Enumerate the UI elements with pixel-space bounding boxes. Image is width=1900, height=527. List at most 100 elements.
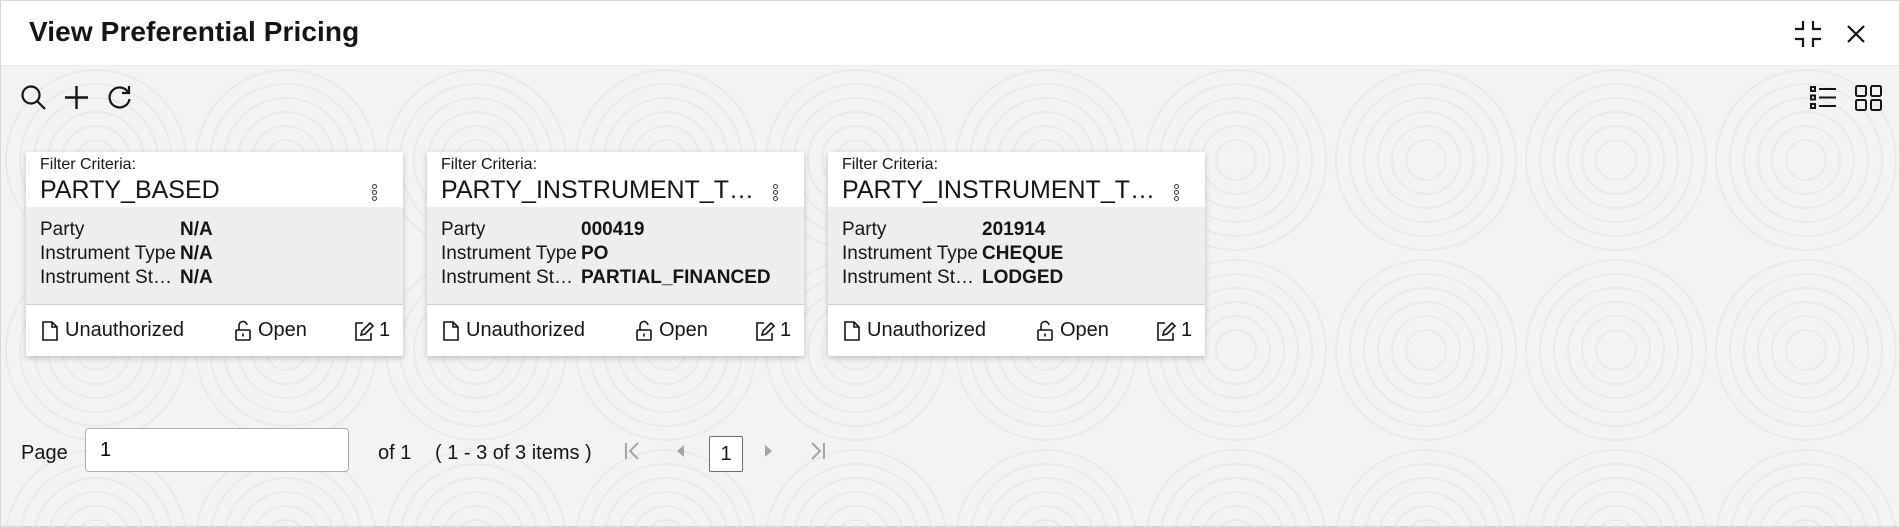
card-header: Filter Criteria: PARTY_BASED (26, 152, 403, 207)
add-icon (65, 86, 88, 109)
version-number: 1 (379, 319, 391, 341)
detail-label: Instrument Type (842, 243, 978, 264)
close-button[interactable] (1839, 17, 1873, 51)
detail-row-instrument-type: Instrument Type PO (441, 243, 608, 265)
list-view-button[interactable] (1807, 81, 1840, 114)
detail-row-party: Party N/A (40, 219, 213, 241)
page-title: View Preferential Pricing (29, 16, 360, 47)
filter-criteria-value: PARTY_INSTRUMENT_TYPE_STATUS_BASED (842, 176, 1160, 204)
first-page-button[interactable] (620, 438, 646, 464)
card-footer: Unauthorized Open 1 (828, 305, 1205, 356)
detail-value: N/A (180, 243, 213, 264)
detail-row-party: Party 000419 (441, 219, 644, 241)
card-footer: Unauthorized Open 1 (427, 305, 804, 356)
lock-status: Open (233, 319, 307, 342)
card-details: Party 201914 Instrument Type CHEQUE Inst… (828, 207, 1205, 305)
detail-value: CHEQUE (982, 243, 1064, 264)
detail-row-instrument-type: Instrument Type N/A (40, 243, 213, 265)
filter-criteria-label: Filter Criteria: (40, 156, 137, 173)
page-count: of 1 (378, 442, 412, 464)
detail-label: Instrument Status (441, 267, 581, 288)
card-header: Filter Criteria: PARTY_INSTRUMENT_TYPE_S… (427, 152, 804, 207)
pricing-card[interactable]: Filter Criteria: PARTY_INSTRUMENT_TYPE_S… (427, 152, 804, 356)
unlock-icon (1037, 320, 1053, 341)
detail-label: Party (441, 219, 486, 240)
previous-page-button[interactable] (668, 438, 694, 464)
detail-row-instrument-status: Instrument Status PARTIAL_FINANCED (441, 267, 771, 289)
first-page-icon (625, 442, 639, 460)
modification-count: 1 (354, 319, 390, 342)
document-icon (844, 320, 860, 341)
detail-label: Instrument Type (40, 243, 176, 264)
filter-criteria-label: Filter Criteria: (842, 156, 939, 173)
status-text: Unauthorized (65, 319, 184, 341)
kebab-menu-icon[interactable] (772, 184, 782, 206)
current-page-button[interactable]: 1 (709, 436, 743, 472)
detail-row-instrument-status: Instrument Status N/A (40, 267, 213, 289)
filter-criteria-value: PARTY_BASED (40, 176, 220, 204)
document-icon (443, 320, 459, 341)
detail-label: Party (40, 219, 85, 240)
filter-criteria-value: PARTY_INSTRUMENT_TYPE_STATUS_BASED (441, 176, 759, 204)
kebab-menu-icon[interactable] (371, 184, 381, 206)
detail-label: Instrument Type (441, 243, 577, 264)
close-icon (1847, 25, 1865, 43)
detail-value: PARTIAL_FINANCED (581, 267, 771, 288)
card-header: Filter Criteria: PARTY_INSTRUMENT_TYPE_S… (828, 152, 1205, 207)
last-page-button[interactable] (804, 438, 830, 464)
list-view-icon (1810, 86, 1836, 109)
refresh-icon (108, 86, 131, 109)
card-details: Party 000419 Instrument Type PO Instrume… (427, 207, 804, 305)
detail-row-instrument-status: Instrument Status LODGED (842, 267, 1063, 289)
grid-view-button[interactable] (1852, 81, 1885, 114)
grid-view-icon (1855, 85, 1882, 111)
lock-status: Open (1035, 319, 1109, 342)
lock-text: Open (659, 319, 708, 341)
unlock-icon (235, 320, 251, 341)
search-button[interactable] (17, 81, 50, 114)
detail-row-instrument-type: Instrument Type CHEQUE (842, 243, 1063, 265)
detail-value: PO (581, 243, 609, 264)
next-page-icon (765, 445, 772, 457)
detail-value: 000419 (581, 219, 645, 240)
version-number: 1 (1181, 319, 1193, 341)
detail-value: N/A (180, 219, 213, 240)
next-page-button[interactable] (755, 438, 781, 464)
edit-icon (756, 321, 775, 341)
last-page-icon (811, 442, 825, 460)
collapse-button[interactable] (1791, 17, 1825, 51)
card-details: Party N/A Instrument Type N/A Instrument… (26, 207, 403, 305)
detail-value: LODGED (982, 267, 1064, 288)
edit-icon (355, 321, 374, 341)
kebab-menu-icon[interactable] (1173, 184, 1183, 206)
collapse-icon (1795, 21, 1821, 47)
status-text: Unauthorized (466, 319, 585, 341)
view-preferential-pricing-window: View Preferential Pricing Filter Criteri… (0, 0, 1900, 527)
detail-label: Instrument Status (842, 267, 982, 288)
authorization-status: Unauthorized (842, 319, 986, 342)
modification-count: 1 (1156, 319, 1192, 342)
detail-label: Party (842, 219, 887, 240)
page-number-input[interactable] (85, 428, 349, 472)
edit-icon (1157, 321, 1176, 341)
add-button[interactable] (60, 81, 93, 114)
view-toggle (1807, 81, 1885, 114)
search-icon (21, 85, 46, 110)
modification-count: 1 (755, 319, 791, 342)
card-footer: Unauthorized Open 1 (26, 305, 403, 356)
authorization-status: Unauthorized (40, 319, 184, 342)
lock-status: Open (634, 319, 708, 342)
version-number: 1 (780, 319, 792, 341)
authorization-status: Unauthorized (441, 319, 585, 342)
document-icon (42, 320, 58, 341)
detail-label: Instrument Status (40, 267, 180, 288)
pricing-card[interactable]: Filter Criteria: PARTY_INSTRUMENT_TYPE_S… (828, 152, 1205, 356)
items-range: ( 1 - 3 of 3 items ) (435, 442, 592, 464)
lock-text: Open (1060, 319, 1109, 341)
page-label: Page (21, 442, 68, 464)
pricing-card[interactable]: Filter Criteria: PARTY_BASED Party N/A I… (26, 152, 403, 356)
refresh-button[interactable] (103, 81, 136, 114)
toolbar (17, 81, 136, 114)
unlock-icon (636, 320, 652, 341)
detail-value: N/A (180, 267, 213, 288)
